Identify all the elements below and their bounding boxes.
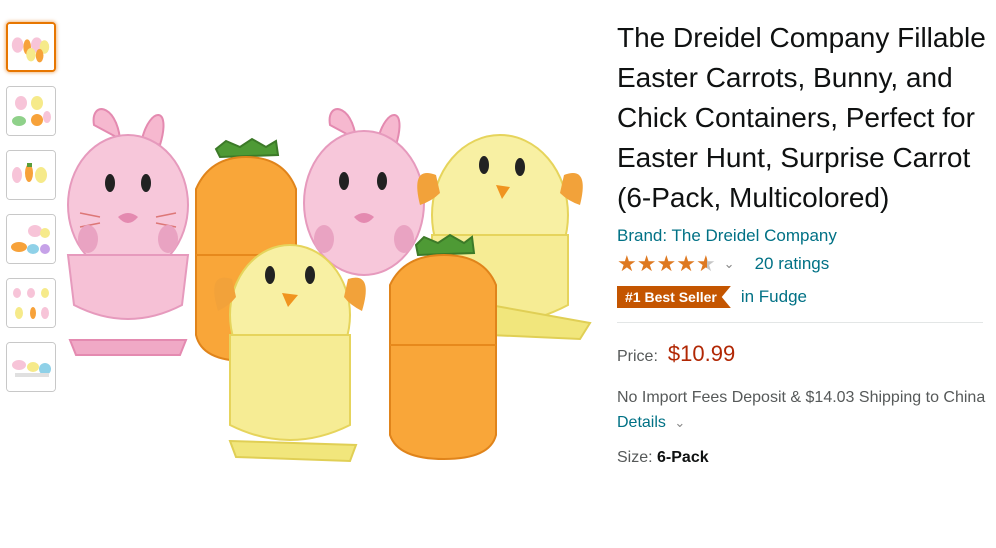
best-seller-row: #1 Best Seller in Fudge xyxy=(617,286,987,308)
product-info-panel: The Dreidel Company Fillable Easter Carr… xyxy=(617,18,987,467)
chevron-down-icon[interactable]: ⌄ xyxy=(724,256,735,272)
thumbnail-4[interactable] xyxy=(6,214,56,264)
size-label: Size: xyxy=(617,449,653,466)
ratings-count-link[interactable]: 20 ratings xyxy=(755,254,830,274)
rating-row: ★ ★ ★ ★ ★ ⌄ 20 ratings xyxy=(617,252,987,276)
shipping-text: No Import Fees Deposit & $14.03 Shipping… xyxy=(617,389,986,406)
brand-link[interactable]: Brand: The Dreidel Company xyxy=(617,226,987,246)
star-icon: ★ xyxy=(617,251,637,276)
thumbnail-strip xyxy=(6,22,58,406)
half-star-icon: ★ xyxy=(695,251,716,276)
best-seller-category-link[interactable]: in Fudge xyxy=(741,287,807,307)
best-seller-badge[interactable]: #1 Best Seller xyxy=(617,286,731,308)
product-title: The Dreidel Company Fillable Easter Carr… xyxy=(617,22,986,213)
star-icon: ★ xyxy=(636,251,657,276)
bunny-container-right xyxy=(303,108,425,276)
thumbnail-3[interactable] xyxy=(6,150,56,200)
size-row: Size: 6-Pack xyxy=(617,449,987,467)
chevron-down-icon[interactable]: ⌄ xyxy=(674,415,685,430)
size-value: 6-Pack xyxy=(657,449,709,466)
star-icon: ★ xyxy=(676,251,696,276)
price-value: $10.99 xyxy=(667,341,736,366)
star-icon: ★ xyxy=(656,251,677,276)
thumbnail-5[interactable] xyxy=(6,278,56,328)
price-label: Price: xyxy=(617,348,658,365)
shipping-info: No Import Fees Deposit & $14.03 Shipping… xyxy=(617,385,987,435)
thumbnail-2[interactable] xyxy=(6,86,56,136)
details-link[interactable]: Details xyxy=(617,414,666,431)
divider xyxy=(617,322,983,323)
thumbnail-1[interactable] xyxy=(6,22,56,72)
thumbnail-6[interactable] xyxy=(6,342,56,392)
bunny-container-left xyxy=(66,108,190,356)
star-rating[interactable]: ★ ★ ★ ★ ★ xyxy=(617,253,716,275)
carrot-container-front xyxy=(389,233,497,461)
main-product-image[interactable] xyxy=(60,105,600,475)
price-row: Price: $10.99 xyxy=(617,341,987,367)
